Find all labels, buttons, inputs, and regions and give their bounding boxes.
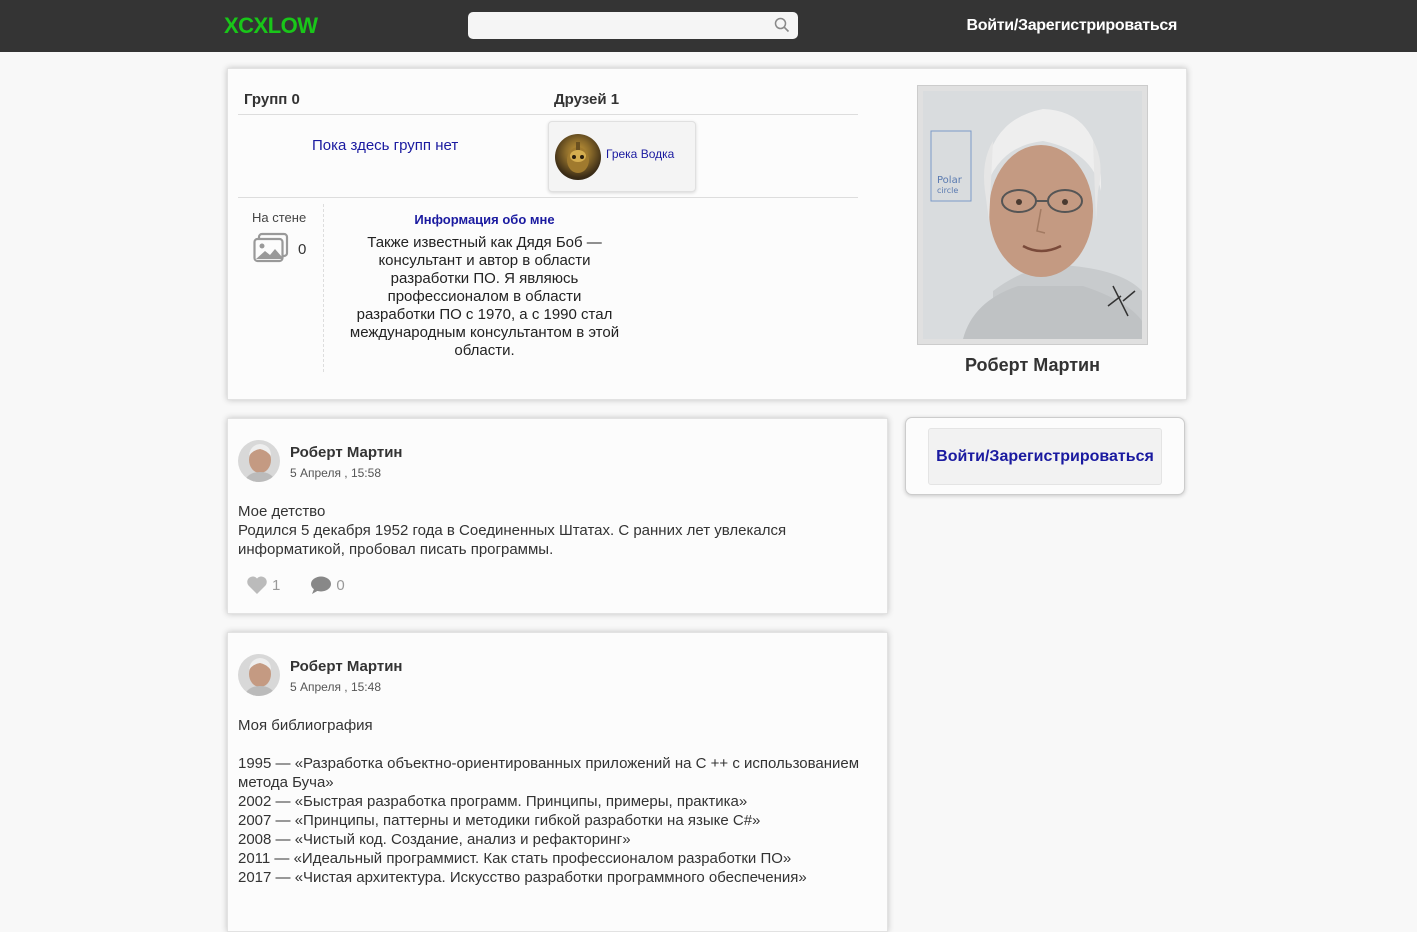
friend-avatar[interactable]	[555, 134, 601, 180]
friends-count[interactable]: Друзей 1	[554, 91, 619, 108]
post-date: 5 Апреля , 15:48	[290, 680, 381, 694]
header-login-link[interactable]: Войти/Зарегистрироваться	[967, 17, 1178, 35]
friend-name-link[interactable]: Грека Водка	[606, 147, 674, 161]
post-body: Моя библиография 1995 — «Разработка объе…	[238, 717, 860, 886]
post-author[interactable]: Роберт Мартин	[290, 444, 403, 461]
wall-label: На стене	[252, 210, 307, 225]
svg-text:circle: circle	[937, 186, 958, 195]
post-author[interactable]: Роберт Мартин	[290, 658, 403, 675]
search-input[interactable]	[468, 12, 768, 39]
divider	[238, 197, 858, 198]
divider	[238, 114, 858, 115]
post-date: 5 Апреля , 15:58	[290, 466, 381, 480]
about-title: Информация обо мне	[414, 212, 555, 227]
post-body: Мое детство Родился 5 декабря 1952 года …	[238, 503, 787, 558]
login-button[interactable]: Войти/Зарегистрироваться	[928, 428, 1162, 485]
about-text: Также известный как Дядя Боб — консульта…	[349, 234, 620, 359]
profile-card: Групп 0 Друзей 1 Пока здесь групп нет Гр…	[227, 68, 1187, 400]
like-count: 1	[272, 576, 281, 594]
post-card: Роберт Мартин 5 Апреля , 15:58 Мое детст…	[227, 418, 888, 614]
profile-photo[interactable]: Polar circle	[923, 91, 1142, 339]
author-avatar[interactable]	[238, 440, 280, 482]
post-actions: 1 0	[246, 574, 345, 596]
svg-text:Polar: Polar	[937, 175, 963, 186]
profile-photo-frame: Polar circle	[917, 85, 1148, 345]
vertical-divider	[323, 204, 324, 372]
top-navbar: XCXLOW Войти/Зарегистрироваться	[0, 0, 1417, 52]
heart-icon[interactable]	[246, 575, 268, 595]
profile-name: Роберт Мартин	[965, 355, 1100, 375]
login-card: Войти/Зарегистрироваться	[905, 417, 1185, 495]
comment-count: 0	[336, 576, 345, 594]
search-box	[468, 12, 798, 39]
author-avatar[interactable]	[238, 654, 280, 696]
search-icon[interactable]	[774, 17, 790, 33]
image-gallery-icon[interactable]	[253, 232, 289, 264]
wall-count: 0	[298, 241, 307, 258]
no-groups-message: Пока здесь групп нет	[312, 137, 459, 154]
comment-icon[interactable]	[310, 575, 332, 595]
post-card: Роберт Мартин 5 Апреля , 15:48 Моя библи…	[227, 632, 888, 932]
friend-card[interactable]: Грека Водка	[548, 121, 696, 192]
site-logo[interactable]: XCXLOW	[224, 13, 318, 39]
groups-count[interactable]: Групп 0	[244, 91, 300, 108]
